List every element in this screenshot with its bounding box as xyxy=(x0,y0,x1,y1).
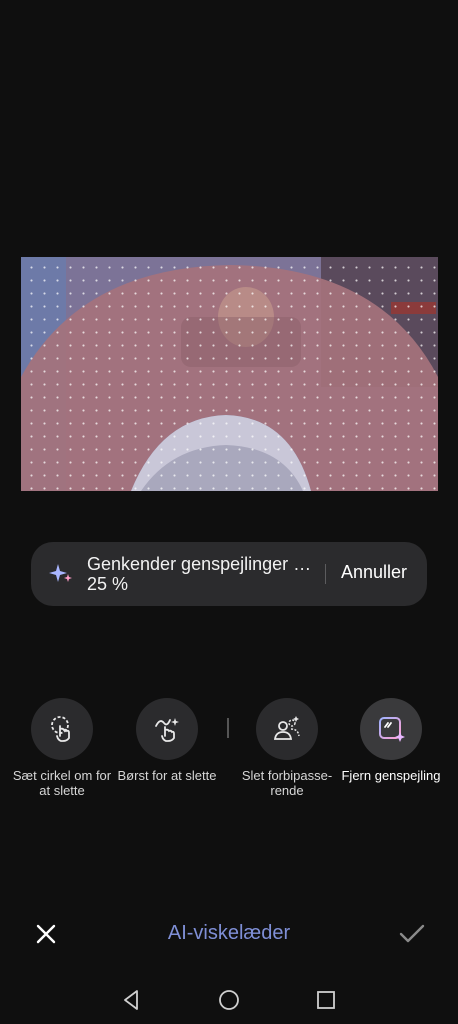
pill-divider xyxy=(325,564,326,584)
cancel-button[interactable]: Annuller xyxy=(341,562,407,583)
confirm-check-icon[interactable] xyxy=(398,922,426,946)
progress-status-text: Genkender genspejlinger … 25 % xyxy=(87,554,312,594)
system-nav-bar xyxy=(0,982,458,1016)
progress-pill: Genkender genspejlinger … 25 % Annuller xyxy=(31,542,427,606)
tool-circle-select[interactable]: Sæt cirkel om for at slette xyxy=(12,698,112,798)
tool-label: Slet forbipasse­rende xyxy=(241,768,333,798)
tool-label: Sæt cirkel om for at slette xyxy=(12,768,112,798)
tool-brush-erase[interactable]: Børst for at slette xyxy=(117,698,217,783)
reflection-remove-icon xyxy=(379,717,405,742)
circle-select-icon xyxy=(51,716,70,742)
bottom-action-bar: AI-viskelæder xyxy=(0,912,458,956)
home-icon[interactable] xyxy=(217,988,241,1012)
tool-separator xyxy=(227,718,229,738)
recents-icon[interactable] xyxy=(314,988,338,1012)
tool-passersby[interactable]: Slet forbipasse­rende xyxy=(237,698,337,798)
passersby-icon xyxy=(273,716,300,740)
tool-label: Fjern genspej­ling xyxy=(341,768,441,783)
tool-reflection-remove[interactable]: Fjern genspej­ling xyxy=(341,698,441,783)
photo-preview[interactable] xyxy=(21,257,438,491)
editor-title: AI-viskelæder xyxy=(167,922,291,944)
brush-erase-icon xyxy=(155,718,179,742)
scan-dots-overlay xyxy=(21,257,438,491)
back-icon[interactable] xyxy=(120,988,144,1012)
tool-row: Sæt cirkel om for at slette Børst for at… xyxy=(0,698,458,808)
tool-label: Børst for at slette xyxy=(117,768,217,783)
ai-sparkle-icon xyxy=(49,564,72,582)
